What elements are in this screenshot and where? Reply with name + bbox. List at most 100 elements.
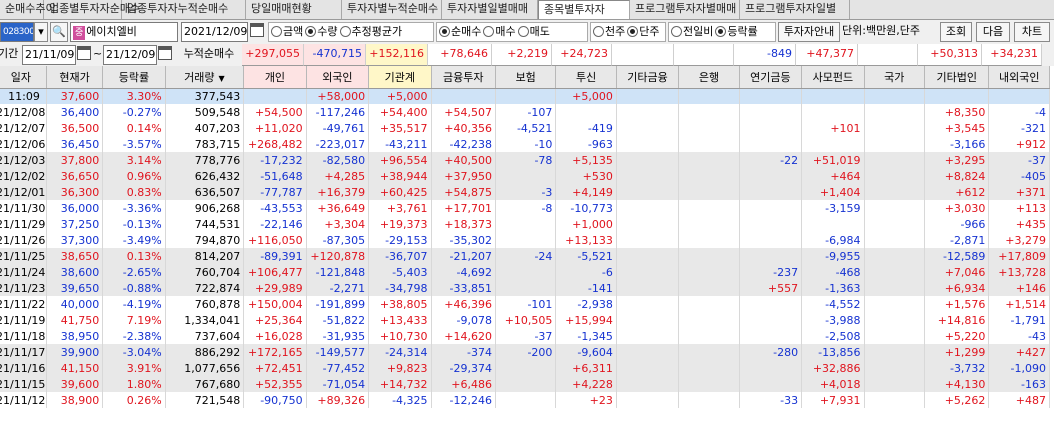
table-cell: -43,211: [368, 136, 432, 152]
radio-icon[interactable]: [671, 26, 682, 37]
table-row[interactable]: 21/11/19 41,750 7.19% 1,334,041 +25,364 -51,8…: [0, 312, 1050, 328]
next-button[interactable]: 다음: [976, 22, 1010, 42]
table-row[interactable]: 21/11/25 38,650 0.13% 814,207 -89,391 +120,87…: [0, 248, 1050, 264]
column-header[interactable]: 보험: [495, 66, 557, 89]
table-cell: [616, 296, 680, 312]
column-header[interactable]: 기관계: [368, 66, 432, 89]
radio-icon[interactable]: [593, 26, 604, 37]
trade-type-radio-group: 순매수 매수 매도: [436, 22, 588, 42]
table-row[interactable]: 21/11/22 40,000 -4.19% 760,878 +150,004 -191,…: [0, 296, 1050, 312]
column-header[interactable]: 금융투자: [431, 66, 496, 89]
radio-icon[interactable]: [339, 26, 351, 37]
table-row[interactable]: 21/11/18 38,950 -2.38% 737,604 +16,028 -31,93…: [0, 328, 1050, 344]
code-dropdown-icon[interactable]: ▾: [34, 22, 48, 42]
radio-icon[interactable]: [627, 26, 639, 37]
radio-icon[interactable]: [439, 26, 450, 37]
tab-2[interactable]: 업종투자자누적순매수: [122, 0, 246, 19]
table-row[interactable]: 21/11/23 39,650 -0.88% 722,874 +29,989 -2,271…: [0, 280, 1050, 296]
column-header[interactable]: 사모펀드: [801, 66, 865, 89]
table-cell: 21/11/16: [0, 360, 47, 376]
tab-4[interactable]: 투자자별누적순매수: [342, 0, 442, 19]
column-header[interactable]: 일자: [0, 66, 47, 89]
to-calendar-icon[interactable]: [158, 45, 172, 65]
radio_group2-option-0[interactable]: 순매수: [439, 23, 481, 41]
table-row[interactable]: 21/11/29 37,250 -0.13% 744,531 -22,146 +3,304…: [0, 216, 1050, 232]
date-input[interactable]: 2021/12/09: [181, 22, 248, 42]
tab-7[interactable]: 프로그램투자자별매매: [630, 0, 740, 19]
column-header[interactable]: 외국인: [306, 66, 370, 89]
table-cell: +5,220: [924, 328, 990, 344]
table-cell: 7.19%: [102, 312, 166, 328]
column-header[interactable]: 국가: [864, 66, 925, 89]
radio-icon[interactable]: [715, 26, 727, 37]
column-header[interactable]: 투신: [555, 66, 617, 89]
table-cell: +3,545: [924, 120, 990, 136]
table-cell: 36,650: [46, 168, 104, 184]
sort-dropdown-icon[interactable]: ▼: [219, 74, 225, 83]
table-row[interactable]: 21/12/01 36,300 0.83% 636,507 -77,787 +16,379…: [0, 184, 1050, 200]
table-cell: 21/12/08: [0, 104, 47, 120]
tab-6[interactable]: 종목별투자자: [538, 0, 630, 19]
table-cell: 794,870: [165, 232, 245, 248]
stock-code-input[interactable]: 028300: [0, 22, 34, 42]
radio_group2-option-2[interactable]: 매도: [517, 23, 550, 41]
column-header[interactable]: 현재가: [46, 66, 104, 89]
table-row[interactable]: 21/11/16 41,150 3.91% 1,077,656 +72,451 -77,4…: [0, 360, 1050, 376]
column-header[interactable]: 연기금등: [739, 66, 803, 89]
column-header[interactable]: 개인: [243, 66, 307, 89]
table-row[interactable]: 11:09 37,600 3.30% 377,543 +58,000 +5,000 +5,0…: [0, 88, 1050, 104]
table-row[interactable]: 21/12/07 36,500 0.14% 407,203 +11,020 -49,761…: [0, 120, 1050, 136]
tab-3[interactable]: 당일매매현황: [246, 0, 342, 19]
table-row[interactable]: 21/12/03 37,800 3.14% 778,776 -17,232 -82,580…: [0, 152, 1050, 168]
table-cell: +14,816: [924, 312, 990, 328]
chart-button[interactable]: 차트: [1014, 22, 1050, 42]
table-cell: [678, 248, 740, 264]
from-calendar-icon[interactable]: [77, 45, 91, 65]
radio_group4-option-1[interactable]: 등락률: [715, 23, 758, 41]
column-header[interactable]: 내외국인: [988, 66, 1050, 89]
table-row[interactable]: 21/11/17 39,900 -3.04% 886,292 +172,165 -149,…: [0, 344, 1050, 360]
table-cell: -3,166: [924, 136, 990, 152]
radio-icon[interactable]: [483, 26, 495, 37]
radio_group2-option-1[interactable]: 매수: [483, 23, 516, 41]
radio_group1-option-1[interactable]: 수량: [305, 23, 338, 41]
calendar-icon[interactable]: [250, 22, 266, 42]
table-cell: +36,649: [306, 200, 370, 216]
tab-1[interactable]: 업종별투자자순매수: [44, 0, 140, 19]
radio_group1-option-2[interactable]: 추정평균가: [339, 23, 402, 41]
tab-5[interactable]: 투자자별일별매매: [442, 0, 538, 19]
table-cell: [616, 120, 680, 136]
table-row[interactable]: 21/12/06 36,450 -3.57% 783,715 +268,482 -223,…: [0, 136, 1050, 152]
table-cell: [616, 88, 680, 104]
from-date-input[interactable]: 21/11/09: [22, 45, 76, 65]
radio_group4-option-0[interactable]: 전일비: [671, 23, 713, 41]
radio_group3-option-0[interactable]: 천주: [593, 23, 625, 41]
table-row[interactable]: 21/11/24 38,600 -2.65% 760,704 +106,477 -121,…: [0, 264, 1050, 280]
table-cell: -78: [495, 152, 557, 168]
investor-guide-button[interactable]: 투자자안내: [778, 22, 840, 42]
table-row[interactable]: 21/12/02 36,650 0.96% 626,432 -51,648 +4,285 +…: [0, 168, 1050, 184]
table-row[interactable]: 21/11/30 36,000 -3.36% 906,268 -43,553 +36,64…: [0, 200, 1050, 216]
column-header[interactable]: 등락률: [102, 66, 166, 89]
column-header[interactable]: 은행: [678, 66, 740, 89]
tab-0[interactable]: 순매수추이: [0, 0, 56, 19]
radio_group1-option-0[interactable]: 금액: [271, 23, 303, 41]
tab-8[interactable]: 프로그램투자자일별: [740, 0, 850, 19]
stock-name-field[interactable]: 중 에이치엘비: [70, 22, 178, 42]
column-header[interactable]: 기타금융: [616, 66, 680, 89]
investor-data-grid[interactable]: 일자 현재가 등락률 거래량 ▼ 개인 외국인 기관계 금융투자 보험 투신 기타금융 은행 연기금등 사모…: [0, 66, 1054, 448]
radio-icon[interactable]: [305, 26, 317, 37]
radio-icon[interactable]: [271, 26, 282, 37]
column-header[interactable]: 기타법인: [924, 66, 990, 89]
table-row[interactable]: 21/11/12 38,900 0.26% 721,548 -90,750 +89,326…: [0, 392, 1050, 408]
table-cell: +4,018: [801, 376, 865, 392]
radio-icon[interactable]: [517, 26, 529, 37]
table-row[interactable]: 21/11/15 39,600 1.80% 767,680 +52,355 -71,054…: [0, 376, 1050, 392]
search-icon[interactable]: 🔍: [50, 22, 68, 42]
radio_group3-option-1[interactable]: 단주: [627, 23, 660, 41]
to-date-input[interactable]: 21/12/09: [103, 45, 157, 65]
table-row[interactable]: 21/12/08 36,400 -0.27% 509,548 +54,500 -117,2…: [0, 104, 1050, 120]
column-header[interactable]: 거래량 ▼: [165, 66, 245, 89]
table-row[interactable]: 21/11/26 37,300 -3.49% 794,870 +116,050 -87,3…: [0, 232, 1050, 248]
query-button[interactable]: 조회: [940, 22, 972, 42]
